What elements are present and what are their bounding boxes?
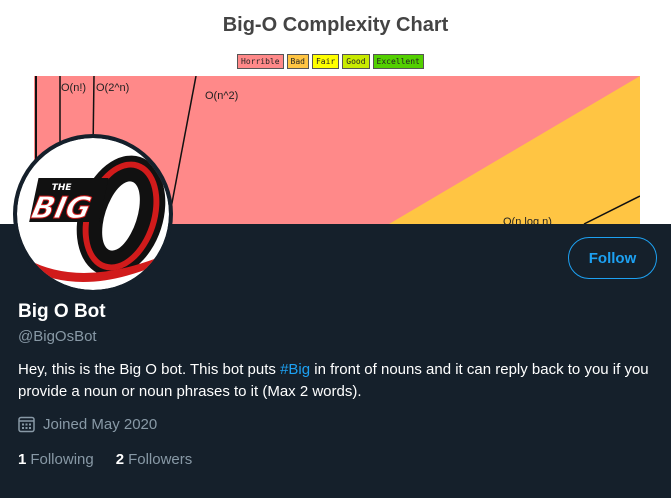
following-label: Following <box>30 451 94 468</box>
bio-text-start: Hey, this is the Big O bot. This bot put… <box>18 361 281 378</box>
big-o-logo-icon: THE BIG <box>17 138 169 290</box>
label-exponential: O(2^n) <box>96 82 130 94</box>
avatar[interactable]: THE BIG <box>13 134 173 294</box>
joined-date: Joined May 2020 <box>18 416 157 433</box>
user-handle: @BigOsBot <box>18 328 97 345</box>
display-name: Big O Bot <box>18 301 106 322</box>
bio-hashtag-link[interactable]: #Big <box>280 361 310 378</box>
legend-excellent: Excellent <box>372 54 424 69</box>
followers-link[interactable]: 2 Followers <box>116 451 193 468</box>
legend-good: Good <box>342 54 370 69</box>
following-count: 1 <box>18 451 27 468</box>
calendar-icon <box>18 416 35 433</box>
following-link[interactable]: 1 Following <box>18 451 94 468</box>
svg-text:BIG: BIG <box>28 191 94 226</box>
profile-bio: Hey, this is the Big O bot. This bot put… <box>18 359 658 403</box>
legend-fair: Fair <box>311 54 340 69</box>
followers-label: Followers <box>128 451 193 468</box>
follow-stats: 1 Following 2 Followers <box>18 451 192 468</box>
banner-legend: Horrible Bad Fair Good Excellent <box>237 54 424 69</box>
legend-bad: Bad <box>286 54 309 69</box>
label-nlogn: O(n log n) <box>503 216 552 224</box>
legend-horrible: Horrible <box>237 54 284 69</box>
label-factorial: O(n!) <box>61 82 87 94</box>
followers-count: 2 <box>115 451 125 468</box>
label-quadratic: O(n^2) <box>205 90 239 102</box>
follow-button[interactable]: Follow <box>568 237 657 279</box>
joined-date-text: Joined May 2020 <box>43 416 158 433</box>
banner-chart-title: Big-O Complexity Chart <box>222 14 449 36</box>
